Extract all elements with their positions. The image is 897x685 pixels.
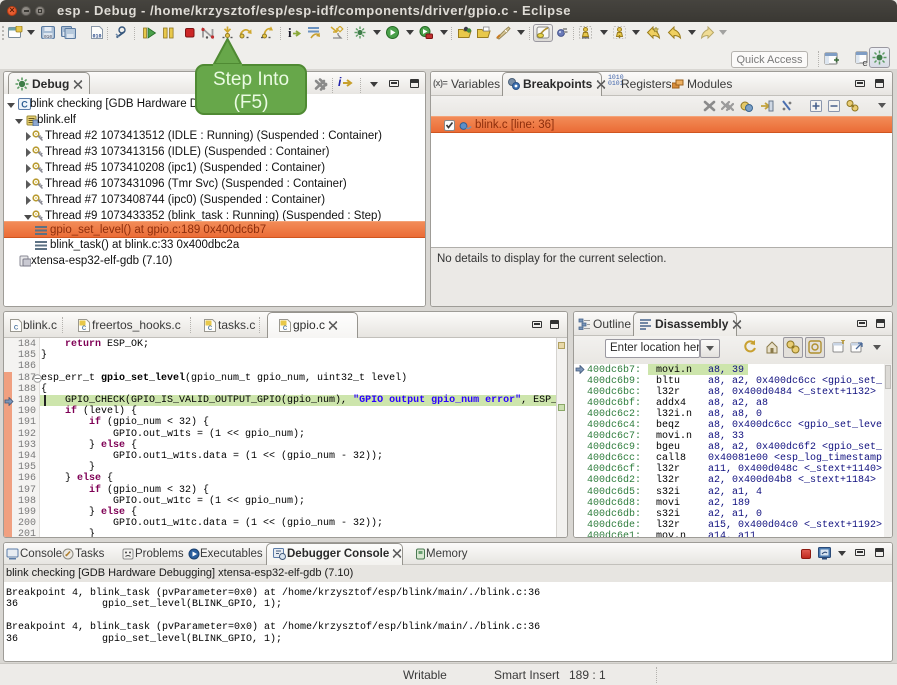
svg-text:010: 010 (92, 34, 101, 40)
svg-text:C: C (862, 61, 867, 67)
svg-text:010: 010 (44, 34, 52, 40)
svg-text:C: C (21, 100, 28, 110)
